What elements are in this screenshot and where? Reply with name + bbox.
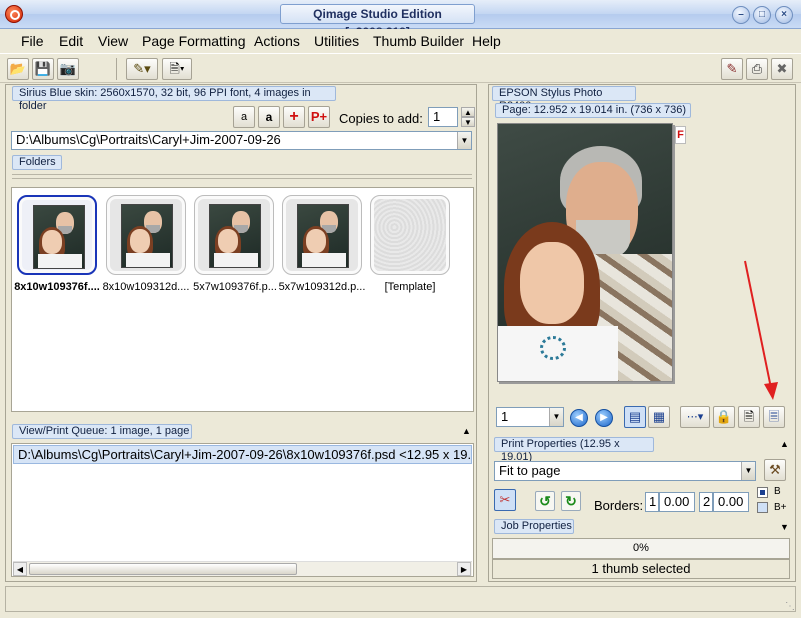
print-properties-tab[interactable]: Print Properties (12.95 x 19.01) [494, 437, 654, 463]
maximize-button[interactable]: □ [753, 6, 771, 24]
border-2-input[interactable]: 0.00 [713, 492, 749, 512]
horizontal-scrollbar[interactable]: ◀ ▶ [13, 561, 472, 576]
cancel-print-icon[interactable]: ✖ [771, 58, 793, 80]
border-swatch-bplus[interactable] [757, 502, 768, 513]
open-folder-icon[interactable]: 📂 [7, 58, 29, 80]
menu-view[interactable]: View [98, 33, 128, 49]
template-thumbnail[interactable] [370, 195, 450, 275]
b-label: B [774, 486, 781, 497]
borders-label: Borders: [594, 498, 644, 513]
menu-page-formatting[interactable]: Page Formatting [142, 33, 246, 49]
bplus-label: B+ [774, 502, 787, 513]
copies-input[interactable]: 1 [428, 107, 458, 127]
collapse-up-icon[interactable]: ▲ [462, 426, 471, 436]
page-number-value: 1 [501, 409, 509, 424]
menu-utilities[interactable]: Utilities [314, 33, 359, 49]
list-view-icon[interactable]: ▦ [648, 406, 670, 428]
resize-grip-icon[interactable]: ⋱ [785, 601, 795, 612]
thumbnail-label: [Template] [384, 281, 436, 293]
folder-path-select[interactable]: D:\Albums\Cg\Portraits\Caryl+Jim-2007-09… [11, 131, 472, 150]
page-preview[interactable] [497, 123, 673, 382]
status-bar [5, 586, 796, 612]
blank-page-icon[interactable]: 🗎 [738, 406, 760, 428]
page-info-tab: Page: 12.952 x 19.014 in. (736 x 736) [495, 103, 691, 118]
status-text: 1 thumb selected [492, 559, 790, 579]
thumbnail[interactable] [106, 195, 186, 275]
scroll-thumb[interactable] [29, 563, 297, 575]
single-page-view-icon[interactable]: ▤ [624, 406, 646, 428]
previous-page-icon[interactable]: ◀ [570, 409, 588, 427]
folder-path-value: D:\Albums\Cg\Portraits\Caryl+Jim-2007-09… [16, 132, 281, 147]
page-edit-icon[interactable]: 🗏 [763, 406, 785, 428]
collapse-up-icon[interactable]: ▲ [780, 439, 789, 449]
printer-icon[interactable]: ⎙ [746, 58, 768, 80]
hammer-icon[interactable]: ⚒ [764, 459, 786, 481]
annotation-arrow [744, 260, 778, 400]
title-bar: Qimage Studio Edition [v2008.219] – □ × [0, 0, 801, 39]
border-2-index: 2 [699, 492, 713, 512]
thumbnail[interactable] [282, 195, 362, 275]
splitter[interactable] [12, 174, 472, 179]
view-print-queue-tab[interactable]: View/Print Queue: 1 image, 1 page [12, 424, 192, 439]
minimize-button[interactable]: – [732, 6, 750, 24]
progress-text: 0% [633, 542, 649, 554]
lock-icon[interactable]: 🔒 [713, 406, 735, 428]
close-button[interactable]: × [775, 6, 793, 24]
border-1-index: 1 [645, 492, 659, 512]
page-dropdown-icon[interactable]: 🗎▾ [162, 58, 192, 80]
text-icon[interactable]: a [258, 106, 280, 128]
menu-actions[interactable]: Actions [254, 33, 300, 49]
thumbnail-label: 5x7w109376f.p... [193, 281, 277, 293]
menu-file[interactable]: File [21, 33, 44, 49]
next-page-icon[interactable]: ▶ [595, 409, 613, 427]
print-setup-icon[interactable]: ✎ [721, 58, 743, 80]
rotate-right-icon[interactable]: ↻ [561, 491, 581, 511]
toolbar: 📂 💾 📷 ✎▾ 🗎▾ ✎ ⎙ ✖ [0, 53, 801, 83]
toolbar-separator [116, 58, 117, 80]
copies-label: Copies to add: [339, 111, 423, 126]
thumbnail-label: 8x10w109376f.... [14, 281, 100, 293]
queue-item[interactable]: D:\Albums\Cg\Portraits\Caryl+Jim-2007-09… [13, 445, 472, 464]
copies-up-icon[interactable]: ▲ [461, 107, 475, 117]
job-properties-tab[interactable]: Job Properties [494, 519, 574, 534]
save-icon[interactable]: 💾 [32, 58, 54, 80]
border-1-input[interactable]: 0.00 [659, 492, 695, 512]
chevron-down-icon[interactable]: ▼ [457, 132, 471, 149]
thumbnail[interactable] [194, 195, 274, 275]
scroll-right-icon[interactable]: ▶ [457, 562, 471, 576]
add-page-icon[interactable]: P+ [308, 106, 330, 128]
grid-dropdown-icon[interactable]: ⋯▾ [680, 406, 710, 428]
progress-bar: 0% [492, 538, 790, 559]
window-title: Qimage Studio Edition [v2008.219] [280, 4, 475, 39]
crop-icon[interactable]: ✂ [494, 489, 516, 511]
printer-tab[interactable]: EPSON Stylus Photo R2400 [492, 86, 636, 112]
folders-tab[interactable]: Folders [12, 155, 62, 170]
app-icon[interactable] [5, 5, 23, 23]
menu-bar: File Edit View Page Formatting Actions U… [0, 29, 801, 53]
scroll-left-icon[interactable]: ◀ [13, 562, 27, 576]
chevron-down-icon[interactable]: ▼ [741, 462, 755, 480]
thumbnail-label: 5x7w109312d.p... [278, 281, 366, 293]
copies-down-icon[interactable]: ▼ [461, 117, 475, 127]
chevron-down-icon[interactable]: ▼ [549, 408, 563, 426]
brush-dropdown-icon[interactable]: ✎▾ [126, 58, 158, 80]
border-swatch-b[interactable] [757, 487, 768, 498]
menu-help[interactable]: Help [472, 33, 501, 49]
skin-info-tab: Sirius Blue skin: 2560x1570, 32 bit, 96 … [12, 86, 336, 112]
add-text-icon[interactable]: a [233, 106, 255, 128]
f-badge[interactable]: F [675, 126, 686, 144]
fit-mode-value: Fit to page [499, 463, 561, 478]
expand-down-icon[interactable]: ▼ [780, 522, 789, 532]
thumbnail-label: 8x10w109312d.... [102, 281, 190, 293]
rotate-left-icon[interactable]: ↺ [535, 491, 555, 511]
add-icon[interactable]: + [283, 106, 305, 128]
thumbnail-selected[interactable] [17, 195, 97, 275]
fit-mode-select[interactable]: Fit to page [494, 461, 756, 481]
camera-icon[interactable]: 📷 [57, 58, 79, 80]
menu-thumb-builder[interactable]: Thumb Builder [373, 33, 464, 49]
menu-edit[interactable]: Edit [59, 33, 83, 49]
